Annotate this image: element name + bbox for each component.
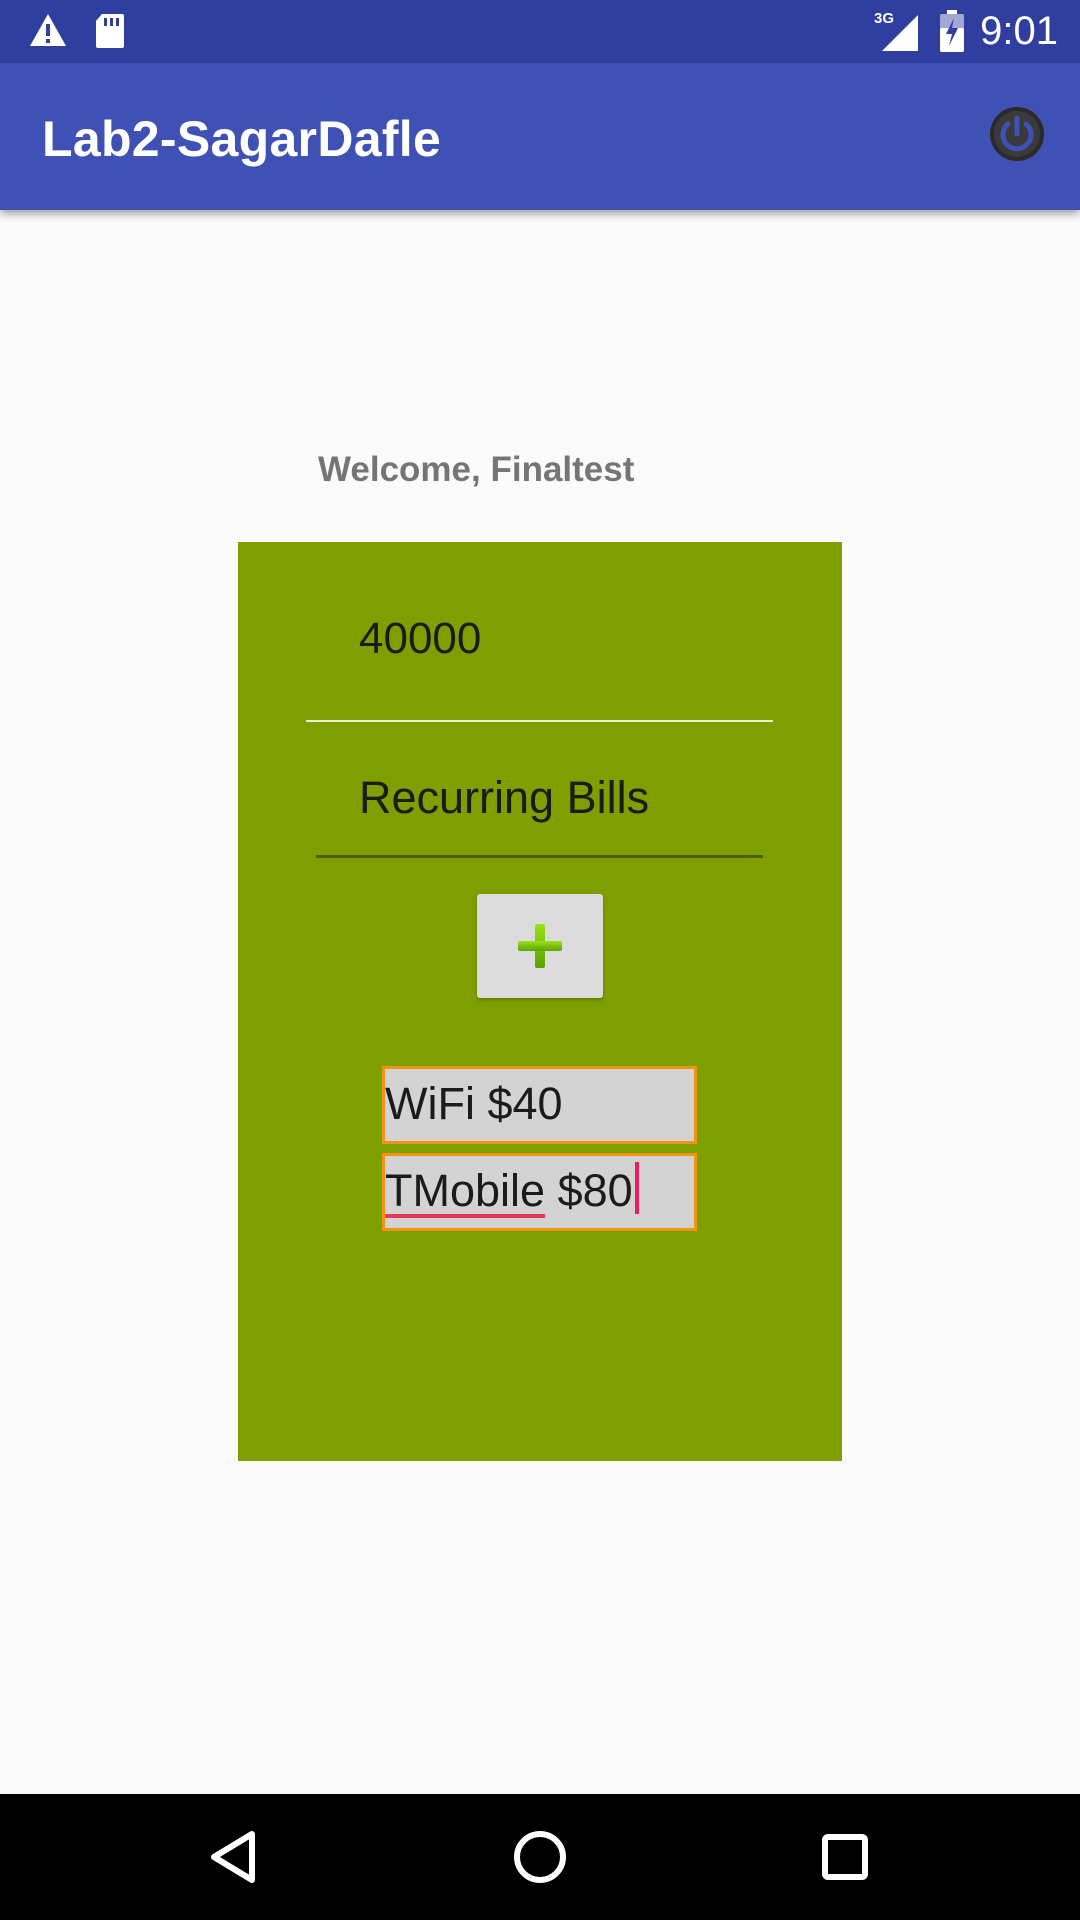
home-icon[interactable] <box>505 1822 575 1892</box>
status-bar: 3G 9:01 <box>0 0 1080 63</box>
navigation-bar <box>0 1794 1080 1920</box>
back-icon[interactable] <box>200 1822 270 1892</box>
signal-icon: 3G <box>874 10 919 51</box>
battery-charging-icon <box>940 10 965 52</box>
app-bar: Lab2-SagarDafle <box>0 63 1080 210</box>
network-type-label: 3G <box>874 10 894 27</box>
bill-item-tmobile[interactable]: TMobile $80 <box>382 1153 697 1231</box>
plus-icon <box>518 924 562 968</box>
status-time: 9:01 <box>980 9 1058 53</box>
bill-item-label-amount: $80 <box>545 1165 633 1216</box>
bills-divider <box>316 855 763 858</box>
app-title: Lab2-SagarDafle <box>42 111 442 167</box>
budget-card <box>238 542 842 1461</box>
sd-card-icon <box>96 14 124 48</box>
bills-header[interactable]: Recurring Bills <box>359 772 649 824</box>
bill-item-label-name: TMobile <box>385 1165 546 1216</box>
power-icon[interactable] <box>989 106 1045 162</box>
recents-icon[interactable] <box>810 1822 880 1892</box>
income-value[interactable]: 40000 <box>359 614 481 664</box>
income-divider <box>306 720 773 722</box>
bill-item-wifi[interactable]: WiFi $40 <box>382 1066 697 1144</box>
add-bill-button[interactable] <box>477 894 603 998</box>
warning-icon <box>30 14 66 46</box>
welcome-text: Welcome, Finaltest <box>318 450 635 489</box>
text-cursor <box>634 1162 639 1214</box>
bill-item-label: WiFi $40 <box>385 1078 563 1129</box>
